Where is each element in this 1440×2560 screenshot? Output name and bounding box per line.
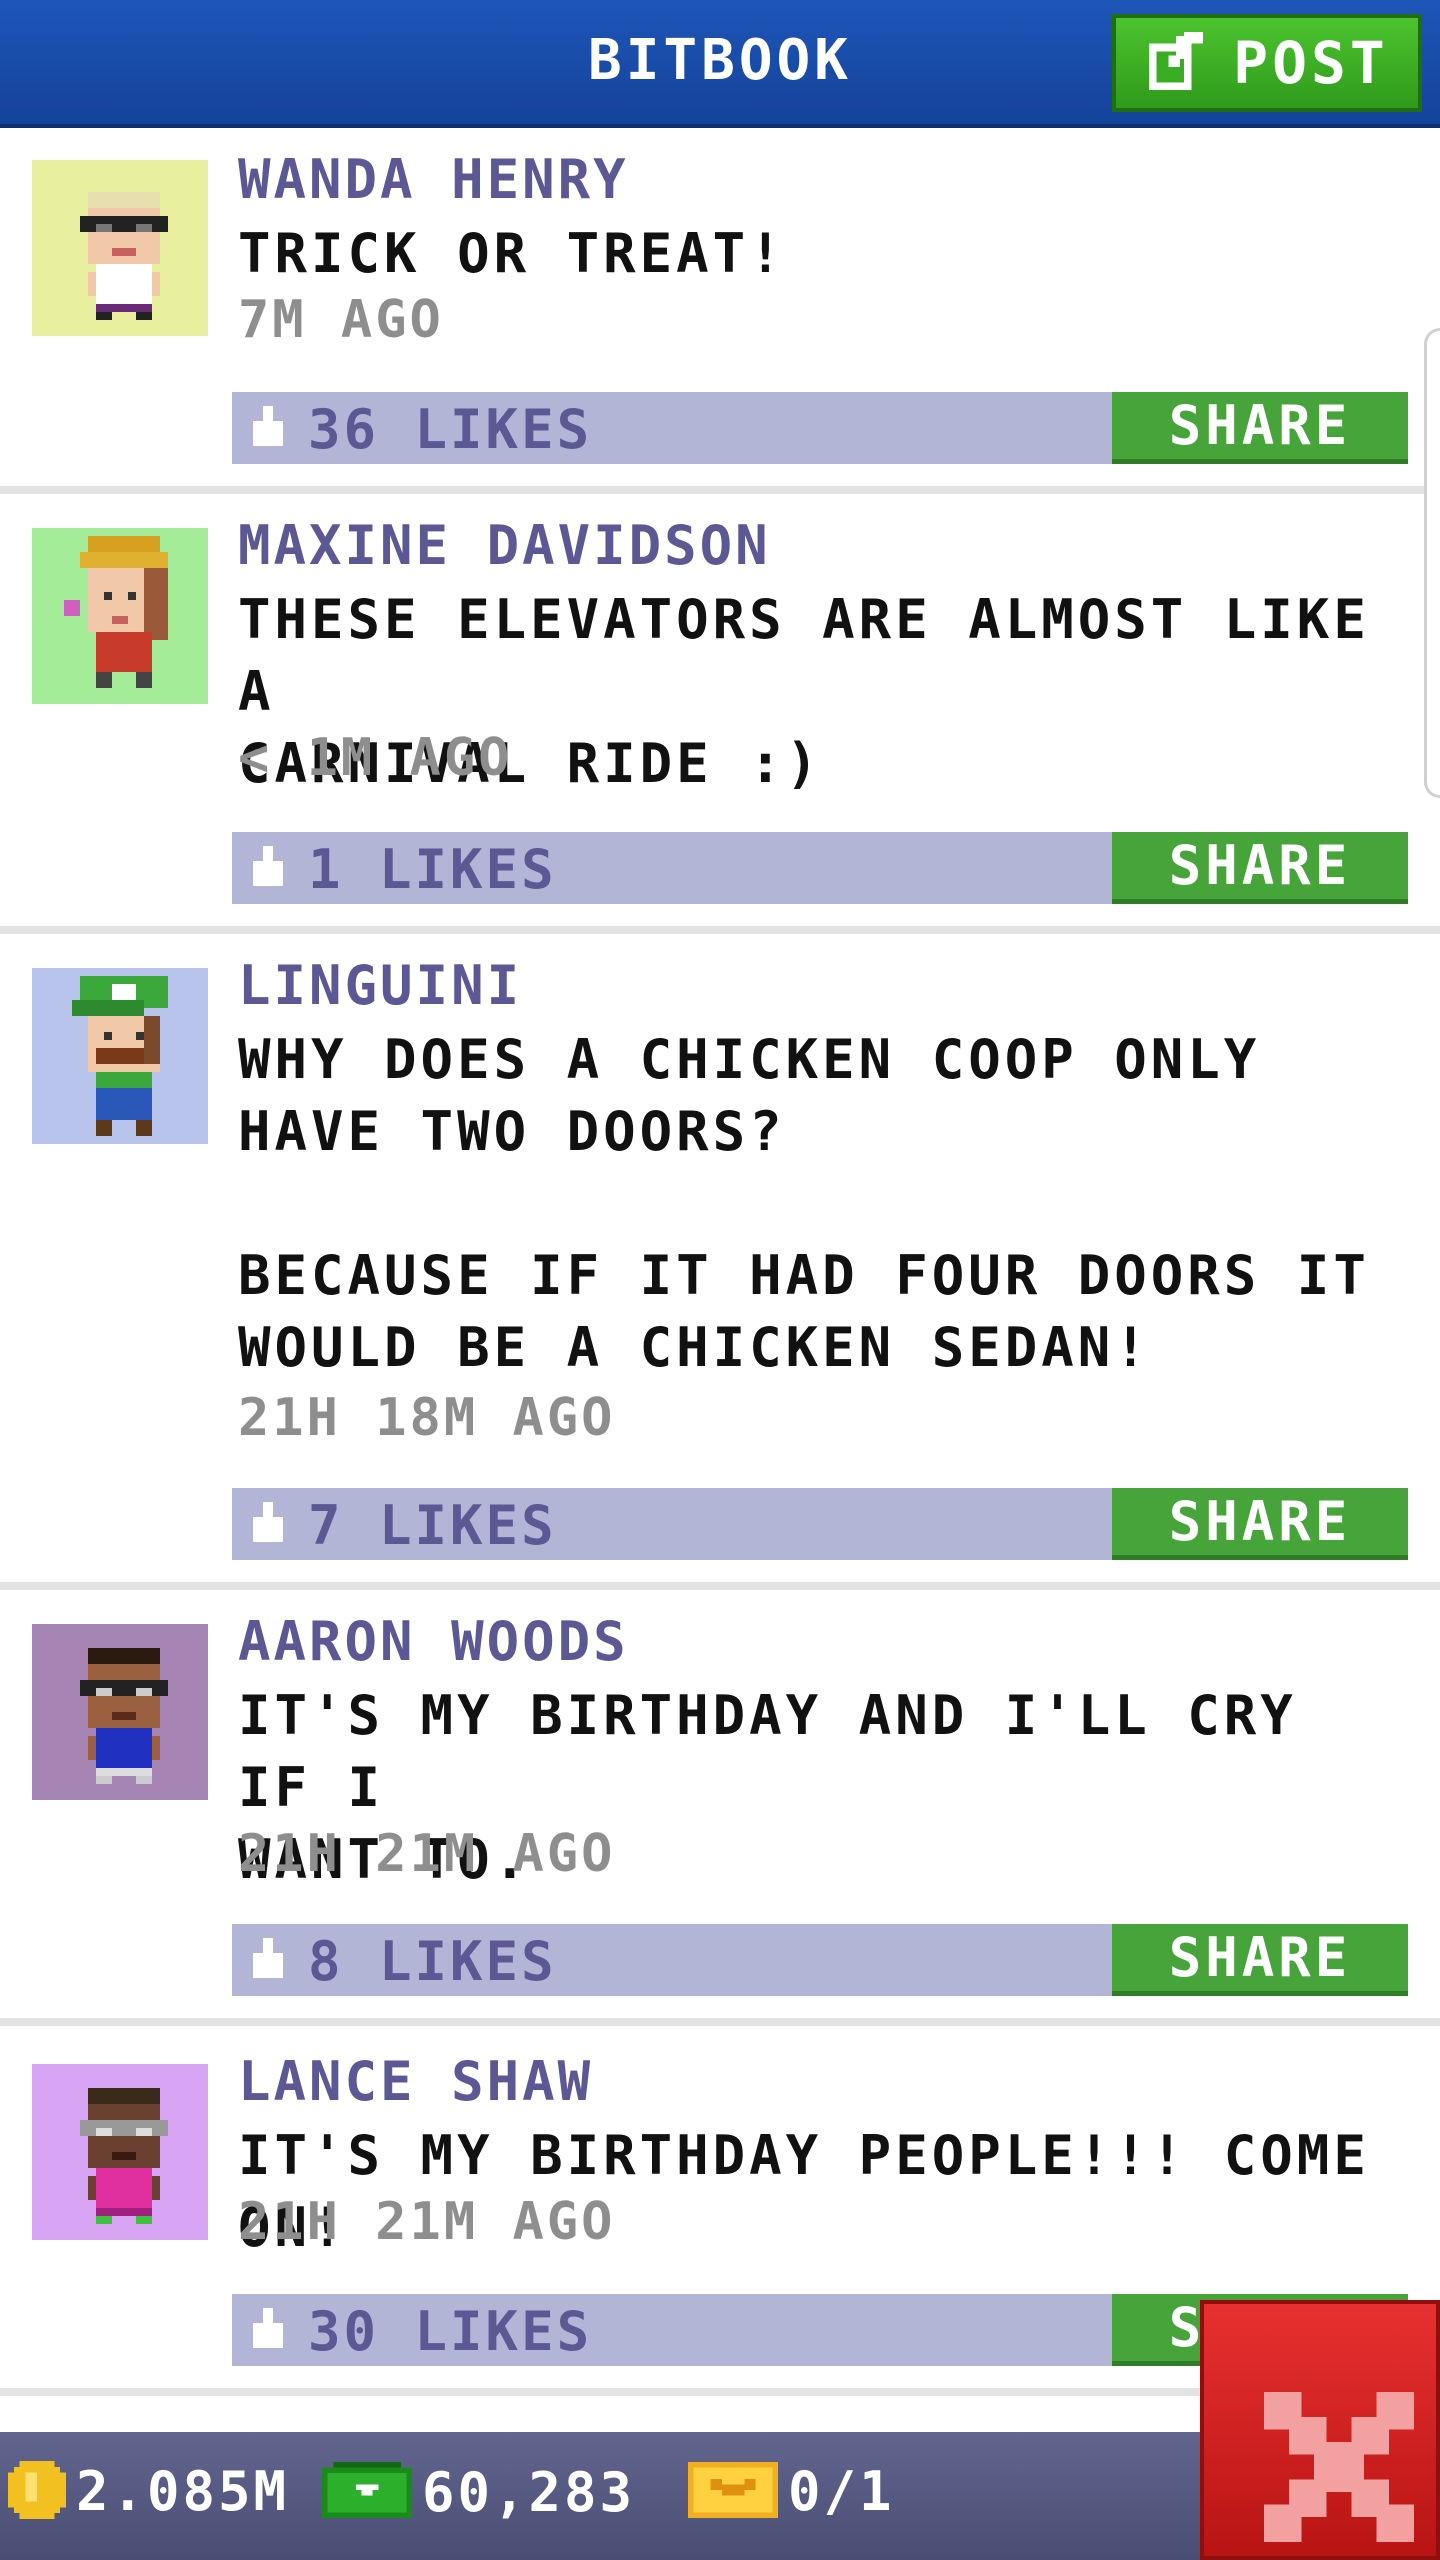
divider: [0, 1582, 1440, 1590]
close-icon: [1264, 2392, 1414, 2542]
post-time: < 1M AGO: [238, 728, 513, 788]
post-button[interactable]: POST: [1112, 14, 1422, 112]
post-author[interactable]: WANDA HENRY: [238, 148, 629, 211]
app-header: BITBOOK POST: [0, 0, 1440, 128]
avatar[interactable]: [32, 528, 208, 704]
post-author[interactable]: MAXINE DAVIDSON: [238, 514, 771, 577]
tickets-stat: 0/1: [688, 2460, 895, 2523]
post-message: TRICK OR TREAT!: [238, 222, 786, 285]
coins-value: 2.085M: [76, 2460, 290, 2523]
share-button[interactable]: SHARE: [1112, 1488, 1408, 1560]
avatar-aaron-woods: [32, 1624, 208, 1800]
bux-value: 60,283: [422, 2460, 636, 2524]
share-button[interactable]: SHARE: [1112, 832, 1408, 904]
post-author[interactable]: AARON WOODS: [238, 1610, 629, 1673]
post-time: 21H 21M AGO: [238, 2192, 616, 2252]
avatar[interactable]: [32, 2064, 208, 2240]
divider: [0, 486, 1440, 494]
avatar-linguini: [32, 968, 208, 1144]
post-button-label: POST: [1233, 29, 1389, 97]
likes-count: 36 LIKES: [308, 398, 593, 461]
avatar-lance-shaw: [32, 2064, 208, 2240]
post-time: 21H 21M AGO: [238, 1824, 616, 1884]
thumbs-up-icon: [248, 1502, 288, 1542]
post-time: 21H 18M AGO: [238, 1388, 616, 1448]
avatar[interactable]: [32, 160, 208, 336]
post-author[interactable]: LANCE SHAW: [238, 2050, 593, 2113]
thumbs-up-icon: [248, 846, 288, 886]
thumbs-up-icon: [248, 1938, 288, 1978]
scroll-indicator[interactable]: [1424, 328, 1440, 798]
likes-count: 7 LIKES: [308, 1494, 557, 1557]
avatar[interactable]: [32, 968, 208, 1144]
coins-stat: 2.085M: [8, 2460, 289, 2523]
edit-icon: [1145, 32, 1207, 94]
share-button[interactable]: SHARE: [1112, 1924, 1408, 1996]
likes-count: 30 LIKES: [308, 2300, 593, 2363]
coin-icon: [8, 2460, 66, 2523]
tickets-value: 0/1: [788, 2460, 895, 2523]
divider: [0, 926, 1440, 934]
likes-count: 1 LIKES: [308, 838, 557, 901]
likes-count: 8 LIKES: [308, 1930, 557, 1993]
post-author[interactable]: LINGUINI: [238, 954, 522, 1017]
divider: [0, 2018, 1440, 2026]
close-button[interactable]: [1200, 2300, 1440, 2560]
bux-stat: 60,283: [322, 2460, 635, 2524]
thumbs-up-icon: [248, 2308, 288, 2348]
ticket-icon: [688, 2461, 778, 2523]
avatar-wanda-henry: [32, 160, 208, 336]
avatar[interactable]: [32, 1624, 208, 1800]
thumbs-up-icon: [248, 406, 288, 446]
share-button[interactable]: SHARE: [1112, 392, 1408, 464]
avatar-maxine-davidson: [32, 528, 208, 704]
bux-icon: [322, 2460, 412, 2524]
post-time: 7M AGO: [238, 290, 444, 350]
post-message: WHY DOES A CHICKEN COOP ONLY HAVE TWO DO…: [238, 1028, 1370, 1379]
